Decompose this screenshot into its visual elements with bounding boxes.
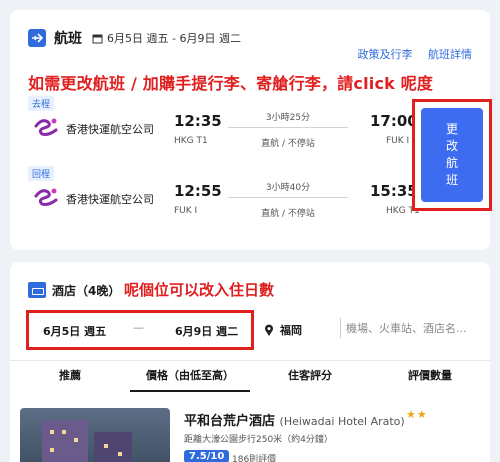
stops-label: 直航 / 不停站: [261, 209, 315, 219]
divider: [10, 360, 490, 361]
tab-recommended[interactable]: 推薦: [10, 362, 130, 392]
flight-duration: 3小時25分: [265, 113, 311, 123]
hotel-name-en: (Heiwadai Hotel Arato): [279, 415, 405, 428]
rating-badge: 7.5/10: [184, 450, 230, 462]
flight-duration: 3小時40分: [265, 183, 311, 193]
arrival-time: 15:35: [370, 182, 418, 200]
building-shape: [42, 420, 88, 462]
hotel-title: 酒店（4晚）: [52, 284, 121, 298]
date-separator: —: [133, 321, 144, 334]
change-flight-label-char: 航: [445, 156, 458, 170]
flight-header: 航班 6月5日 週五 - 6月9日 週二: [28, 28, 241, 48]
departure-airport: HKG T1: [174, 136, 208, 146]
window-light: [104, 444, 108, 448]
outbound-leg: 去程 香港快運航空公司 12:35 HKG T1 3小時25分 直航 / 不停站…: [28, 96, 420, 152]
checkout-date: 6月9日 週二: [175, 325, 239, 338]
change-flight-label-char: 更: [445, 122, 458, 136]
flight-title: 航班: [54, 31, 82, 47]
change-flight-label-char: 班: [445, 173, 458, 187]
route-line: [228, 197, 348, 198]
hotel-distance: 距離大濠公園步行250米（約4分鐘）: [184, 435, 333, 445]
calendar-icon: [92, 29, 103, 48]
arrival-time: 17:00: [370, 112, 418, 130]
hk-express-logo-icon: [32, 116, 60, 140]
hotel-annotation: 呢個位可以改入住日數: [124, 281, 275, 299]
tab-price-low-high[interactable]: 價格（由低至高）: [130, 362, 250, 392]
return-leg: 回程 香港快運航空公司 12:55 FUK I 3小時40分 直航 / 不停站 …: [28, 166, 420, 222]
change-flight-highlight: 更 改 航 班: [412, 99, 492, 211]
departure-airport: FUK I: [174, 206, 198, 216]
flight-details-link[interactable]: 航班詳情: [428, 48, 472, 61]
hotel-name[interactable]: 平和台荒户酒店 (Heiwadai Hotel Arato): [184, 410, 405, 429]
airline-name: 香港快運航空公司: [66, 193, 154, 206]
destination-city[interactable]: 福岡: [280, 322, 302, 338]
policy-baggage-link[interactable]: 政策及行李: [358, 48, 413, 61]
plane-icon: [28, 29, 46, 47]
change-flight-button[interactable]: 更 改 航 班: [421, 108, 483, 202]
hotel-card: 酒店（4晚） 呢個位可以改入住日數 6月5日 週五 — 6月9日 週二 福岡 推…: [10, 262, 490, 462]
flight-card: 航班 6月5日 週五 - 6月9日 週二 政策及行李 航班詳情 如需更改航班 /…: [10, 10, 492, 250]
hotel-name-zh: 平和台荒户酒店: [184, 414, 276, 429]
flight-annotation: 如需更改航班 / 加購手提行李、寄艙行李，請click 呢度: [28, 74, 434, 93]
window-light: [50, 448, 54, 452]
flight-dates: 6月5日 週五 - 6月9日 週二: [107, 32, 241, 45]
window-light: [62, 430, 66, 434]
arrival-airport: FUK I: [386, 136, 410, 146]
stops-label: 直航 / 不停站: [261, 139, 315, 149]
building-shape: [94, 432, 132, 462]
window-light: [74, 438, 78, 442]
departure-time: 12:55: [174, 182, 222, 200]
leg-tag: 去程: [28, 96, 55, 111]
location-pin-icon: [264, 322, 274, 341]
stay-dates-selector[interactable]: 6月5日 週五 — 6月9日 週二: [26, 310, 254, 350]
window-light: [118, 452, 122, 456]
hotel-bed-icon: [28, 282, 46, 298]
star-rating-icon: ★★: [406, 408, 428, 421]
hk-express-logo-icon: [32, 186, 60, 210]
leg-tag: 回程: [28, 166, 55, 181]
flight-links: 政策及行李 航班詳情: [346, 46, 473, 62]
route-line: [228, 127, 348, 128]
tab-review-count[interactable]: 評價數量: [370, 362, 490, 392]
hotel-search-input[interactable]: [340, 318, 475, 338]
airline-name: 香港快運航空公司: [66, 123, 154, 136]
checkin-date: 6月5日 週五: [43, 325, 107, 338]
departure-time: 12:35: [174, 112, 222, 130]
sort-tabs: 推薦 價格（由低至高） 住客評分 評價數量: [10, 362, 490, 392]
hotel-photo[interactable]: [20, 408, 170, 462]
window-light: [50, 430, 54, 434]
change-flight-label-char: 改: [445, 139, 458, 153]
review-count: 186則評價: [232, 455, 277, 462]
tab-guest-rating[interactable]: 住客評分: [250, 362, 370, 392]
